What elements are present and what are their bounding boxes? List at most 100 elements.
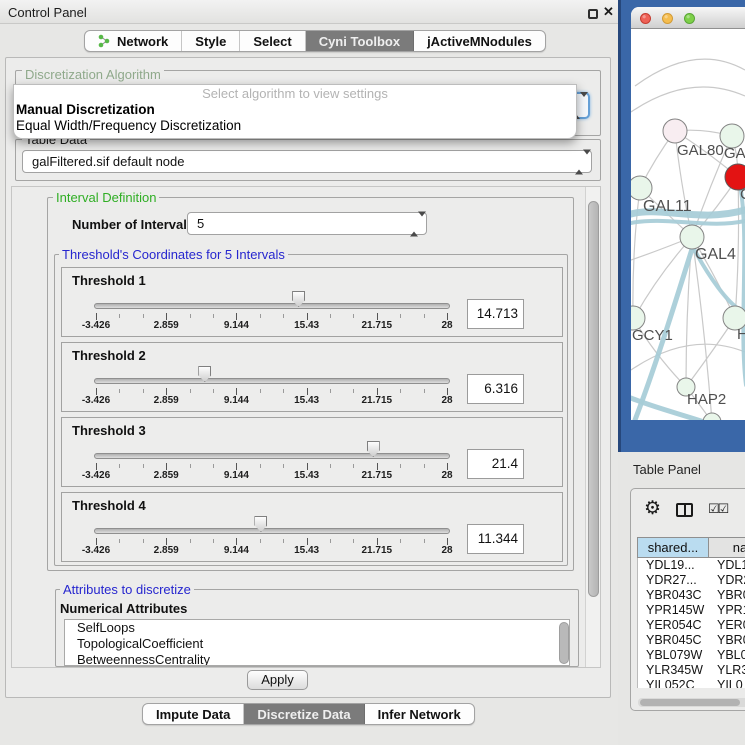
cell-shared-name[interactable]: YPR145W (638, 603, 710, 618)
table-row[interactable]: YER054CYER0 (638, 618, 745, 633)
table-data-value: galFiltered.sif default node (32, 154, 184, 169)
table-row[interactable]: YBR043CYBR0 (638, 588, 745, 603)
tab-cyni-toolbox[interactable]: Cyni Toolbox (306, 31, 414, 51)
attributes-group: Attributes to discretize Numerical Attri… (55, 589, 579, 667)
table-row[interactable]: YDR27...YDR2 (638, 573, 745, 588)
network-view[interactable]: GAL80GACGAL11GAL4GCY1HHAP2 (631, 29, 745, 420)
slider-tick (260, 314, 261, 318)
column-header-name[interactable]: name (708, 537, 745, 558)
slider-tick-label: 15.43 (294, 470, 319, 481)
table-row[interactable]: YBL079WYBL0 (638, 648, 745, 663)
apply-button[interactable]: Apply (247, 670, 308, 690)
slider-tick (283, 389, 284, 393)
slider-tick (307, 463, 308, 470)
threshold-value-field[interactable]: 14.713 (467, 299, 524, 329)
slider-tick (424, 539, 425, 543)
tab-jactivemnodules[interactable]: jActiveMNodules (414, 31, 545, 51)
column-header-shared-name[interactable]: shared... (637, 537, 709, 558)
table-row[interactable]: YIL052CYIL0 (638, 678, 745, 688)
table-hscrollbar-track[interactable] (638, 698, 745, 707)
cell-shared-name[interactable]: YDL19... (638, 558, 710, 573)
cell-name[interactable]: YBL0 (710, 648, 745, 663)
attributes-list-scrollbar[interactable] (559, 622, 569, 664)
close-light[interactable] (640, 13, 651, 24)
attribute-item[interactable]: TopologicalCoefficient (65, 636, 569, 652)
slider-track[interactable] (94, 303, 450, 309)
slider-track[interactable] (94, 453, 450, 459)
minimize-light[interactable] (662, 13, 673, 24)
number-of-intervals-combobox[interactable]: 5 (187, 212, 427, 235)
slider-tick (424, 314, 425, 318)
thresholds-group: Threshold's Coordinates for 5 Intervals … (54, 254, 568, 566)
cell-shared-name[interactable]: YBR045C (638, 633, 710, 648)
split-view-icon[interactable] (676, 503, 693, 517)
threshold-label: Threshold 1 (72, 273, 146, 288)
close-icon[interactable]: ✕ (603, 4, 614, 20)
interval-definition-group: Interval Definition Number of Intervals … (47, 197, 574, 571)
tab-network[interactable]: Network (85, 31, 182, 51)
slider-track[interactable] (94, 528, 450, 534)
slider-tick (260, 389, 261, 393)
table-data-combobox[interactable]: galFiltered.sif default node (22, 150, 592, 173)
cell-shared-name[interactable]: YBR043C (638, 588, 710, 603)
table-hscrollbar-thumb[interactable] (640, 699, 740, 706)
numerical-attributes-heading: Numerical Attributes (60, 601, 187, 616)
gear-icon[interactable]: ⚙ (644, 499, 661, 518)
top-tab-bar: NetworkStyleSelectCyni ToolboxjActiveMNo… (84, 30, 546, 52)
node-label: C (740, 186, 745, 203)
table-row[interactable]: YLR345WYLR3 (638, 663, 745, 678)
cell-shared-name[interactable]: YIL052C (638, 678, 710, 688)
algorithm-option-0[interactable]: Manual Discretization (14, 101, 576, 117)
attribute-item[interactable]: BetweennessCentrality (65, 652, 569, 666)
checkbox-columns-icon[interactable]: ☑☑ (708, 501, 727, 517)
settings-scrollbar-track[interactable] (585, 187, 601, 667)
slider-tick-label: 15.43 (294, 395, 319, 406)
settings-scrollbar-thumb[interactable] (588, 201, 599, 597)
cell-name[interactable]: YBR0 (710, 588, 745, 603)
slider-tick (283, 539, 284, 543)
zoom-light[interactable] (684, 13, 695, 24)
algorithm-dropdown-popup: Select algorithm to view settings Manual… (13, 84, 577, 139)
combo-stepper-icon (575, 154, 584, 169)
cell-shared-name[interactable]: YDR27... (638, 573, 710, 588)
slider-tick (143, 464, 144, 468)
cell-name[interactable]: YER0 (710, 618, 745, 633)
slider-tick (330, 389, 331, 393)
slider-tick (213, 314, 214, 318)
table-row[interactable]: YBR045CYBR0 (638, 633, 745, 648)
table-row[interactable]: YDL19...YDL1 (638, 558, 745, 573)
slider-tick-label: 21.715 (362, 470, 393, 481)
node-gal80[interactable] (663, 119, 687, 143)
control-panel-titlebar: Control Panel ✕ (0, 0, 618, 24)
threshold-value-field[interactable]: 11.344 (467, 524, 524, 554)
tab-style[interactable]: Style (182, 31, 240, 51)
cell-name[interactable]: YPR1 (710, 603, 745, 618)
tab-select[interactable]: Select (240, 31, 305, 51)
threshold-value-field[interactable]: 21.4 (467, 449, 524, 479)
cell-shared-name[interactable]: YBL079W (638, 648, 710, 663)
node-label: GAL80 (677, 142, 724, 159)
slider-tick-label: -3.426 (82, 470, 110, 481)
tab-discretize-data[interactable]: Discretize Data (244, 704, 364, 724)
node-label: GCY1 (632, 327, 673, 344)
cell-name[interactable]: YDR2 (710, 573, 745, 588)
algorithm-hint: Select algorithm to view settings (14, 85, 576, 101)
cell-name[interactable]: YLR3 (710, 663, 745, 678)
cell-shared-name[interactable]: YLR345W (638, 663, 710, 678)
tab-infer-network[interactable]: Infer Network (365, 704, 474, 724)
threshold-value-field[interactable]: 6.316 (467, 374, 524, 404)
table-row[interactable]: YPR145WYPR1 (638, 603, 745, 618)
attribute-item[interactable]: SelfLoops (65, 620, 569, 636)
cell-name[interactable]: YBR0 (710, 633, 745, 648)
cell-shared-name[interactable]: YER054C (638, 618, 710, 633)
slider-tick (166, 538, 167, 545)
node-gal11[interactable] (631, 176, 652, 200)
algorithm-option-1[interactable]: Equal Width/Frequency Discretization (14, 117, 576, 133)
float-window-icon[interactable] (588, 9, 598, 19)
node-label: GAL11 (643, 198, 692, 215)
cell-name[interactable]: YDL1 (710, 558, 745, 573)
slider-tick (330, 539, 331, 543)
slider-track[interactable] (94, 378, 450, 384)
cell-name[interactable]: YIL0 (710, 678, 745, 688)
tab-impute-data[interactable]: Impute Data (143, 704, 244, 724)
